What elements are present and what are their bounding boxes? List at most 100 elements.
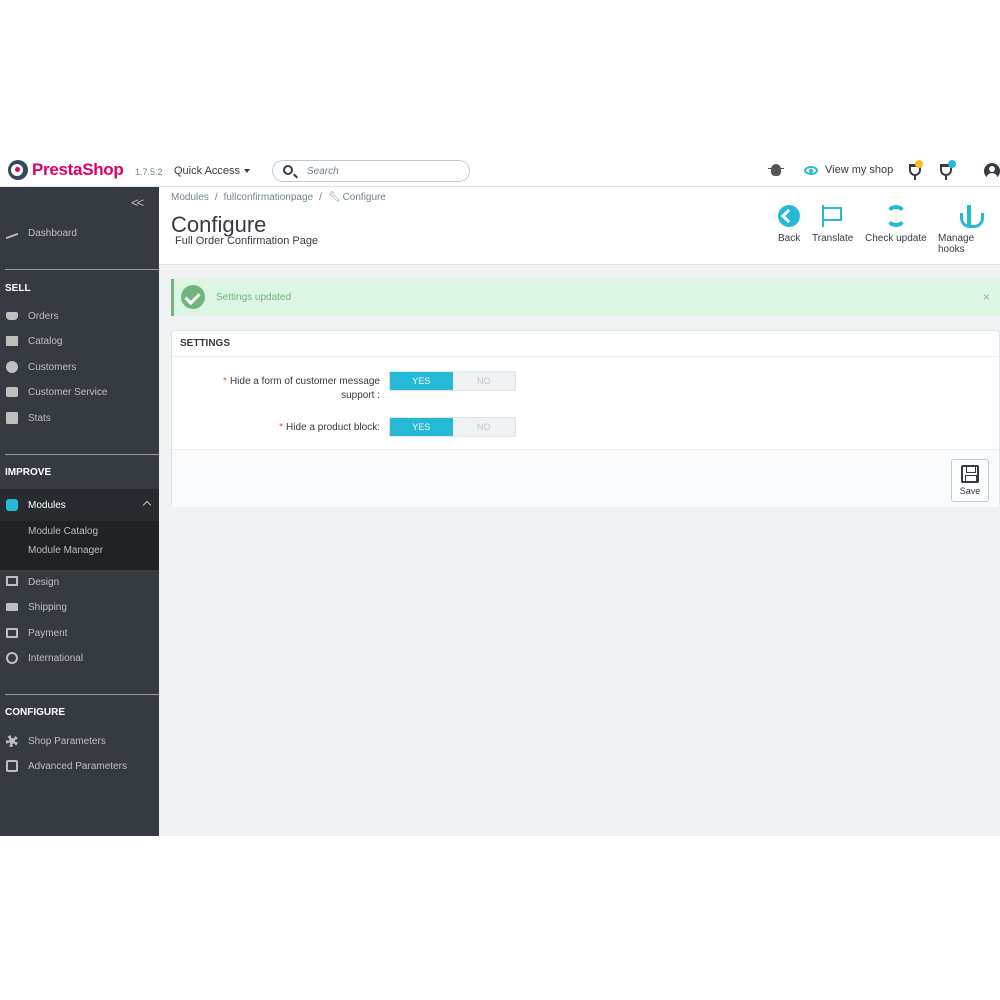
switch-yes-option[interactable]: YES (390, 372, 453, 390)
breadcrumb-item-module[interactable]: fullconfirmationpage (224, 192, 314, 203)
search-input[interactable] (307, 164, 457, 178)
anchor-icon (958, 205, 984, 228)
breadcrumb-item-modules[interactable]: Modules (171, 192, 209, 203)
sidebar-item-catalog[interactable]: Catalog (0, 331, 159, 351)
sidebar-item-label: Customers (28, 361, 77, 373)
orders-notification-dot (915, 160, 923, 168)
close-icon[interactable]: × (983, 290, 990, 304)
hide-customer-message-label: * Hide a form of customer message support… (223, 376, 380, 401)
required-asterisk: * (279, 422, 284, 433)
switch-yes-option[interactable]: YES (390, 418, 453, 436)
prestashop-admin: PrestaShop 1.7.5.2 Quick Access View my … (0, 155, 1000, 836)
submenu-item-module-catalog[interactable]: Module Catalog (28, 526, 98, 537)
sidebar-item-label: Stats (28, 412, 51, 424)
sidebar-item-customer-service[interactable]: Customer Service (0, 382, 159, 402)
switch-no-option[interactable]: NO (452, 372, 515, 390)
debug-icon[interactable] (768, 164, 784, 176)
manage-hooks-button[interactable]: Manage hooks (938, 205, 1000, 255)
hide-product-block-label: * Hide a product block: (279, 422, 380, 433)
back-arrow-icon (778, 205, 801, 227)
translate-button[interactable]: Translate (812, 205, 853, 244)
sidebar-item-payment[interactable]: Payment (0, 623, 159, 643)
sidebar-item-shop-parameters[interactable]: Shop Parameters (0, 731, 159, 751)
check-circle-icon (181, 285, 205, 309)
sidebar-item-label: Advanced Parameters (28, 760, 127, 772)
save-label: Save (959, 486, 981, 496)
modules-submenu: Module Catalog Module Manager (0, 521, 159, 570)
account-circle-icon (6, 361, 18, 373)
logo-text-presta: Presta (32, 160, 83, 179)
sidebar-item-label: Orders (28, 310, 59, 322)
translate-label: Translate (812, 233, 854, 244)
sidebar-item-customers[interactable]: Customers (0, 357, 159, 377)
breadcrumb-separator: / (319, 192, 322, 203)
section-title-configure: CONFIGURE (5, 707, 65, 718)
gear-icon (6, 735, 18, 747)
sidebar-item-orders[interactable]: Orders (0, 306, 159, 326)
customers-notification-dot (948, 160, 956, 168)
credit-card-icon (6, 628, 18, 638)
sidebar-item-label: Design (28, 576, 60, 588)
bar-chart-icon (6, 412, 18, 424)
globe-icon (6, 652, 18, 664)
refresh-icon (884, 205, 907, 227)
user-account-icon[interactable] (984, 163, 1000, 179)
sidebar-item-advanced-parameters[interactable]: Advanced Parameters (0, 756, 159, 776)
check-update-label: Check update (865, 233, 927, 244)
breadcrumb-item-configure: Configure (342, 192, 386, 203)
sidebar-item-stats[interactable]: Stats (0, 408, 159, 428)
sidebar-item-label: Shop Parameters (28, 735, 106, 747)
save-button[interactable]: Save (951, 459, 989, 502)
submenu-item-module-manager[interactable]: Module Manager (28, 545, 103, 556)
sidebar-item-label: Dashboard (28, 227, 77, 239)
store-icon (6, 336, 18, 346)
sidebar-item-label: Shipping (28, 601, 67, 613)
panel-heading: SETTINGS (172, 331, 999, 357)
required-asterisk: * (223, 376, 227, 387)
settings-panel: SETTINGS * Hide a form of customer messag… (171, 330, 1000, 507)
prestashop-logo-icon (8, 160, 28, 180)
eye-icon (804, 165, 818, 175)
chevron-up-icon (142, 500, 152, 510)
floppy-disk-icon (961, 465, 979, 483)
back-button[interactable]: Back (778, 205, 800, 244)
search-icon[interactable] (283, 165, 293, 175)
sidebar-item-dashboard[interactable]: Dashboard (0, 223, 159, 243)
logo[interactable]: PrestaShop (8, 160, 124, 180)
flag-icon (821, 205, 844, 227)
hide-customer-message-switch[interactable]: YES NO (389, 371, 516, 391)
sidebar-item-shipping[interactable]: Shipping (0, 597, 159, 617)
basket-icon (6, 312, 18, 320)
alert-message: Settings updated (216, 292, 292, 303)
breadcrumb-separator: / (214, 192, 218, 203)
chat-icon (6, 387, 18, 397)
sidebar-item-international[interactable]: International (0, 648, 159, 668)
truck-icon (6, 603, 18, 611)
success-alert: Settings updated × (171, 279, 1000, 316)
top-header: PrestaShop 1.7.5.2 Quick Access View my … (0, 155, 1000, 187)
sidebar-item-label: Modules (28, 499, 66, 511)
view-my-shop-label: View my shop (825, 164, 894, 176)
quick-access-dropdown[interactable]: Quick Access (174, 165, 250, 177)
puzzle-icon (6, 499, 18, 511)
section-title-sell: SELL (5, 283, 31, 294)
settings-box-icon (6, 760, 18, 772)
check-update-button[interactable]: Check update (865, 205, 927, 244)
sidebar-item-modules[interactable]: Modules (0, 489, 159, 521)
search-box[interactable] (272, 160, 470, 182)
sidebar-item-label: Catalog (28, 335, 63, 347)
hide-product-block-switch[interactable]: YES NO (389, 417, 516, 437)
sidebar-item-design[interactable]: Design (0, 572, 159, 592)
section-title-improve: IMPROVE (5, 467, 52, 478)
monitor-icon (6, 576, 18, 586)
view-my-shop-link[interactable]: View my shop (804, 164, 893, 176)
trending-icon (6, 226, 18, 240)
back-label: Back (778, 233, 801, 244)
logo-text-shop: Shop (82, 160, 124, 179)
sidebar: << Dashboard SELL Orders Catalog Custome… (0, 187, 159, 836)
panel-footer: Save (172, 449, 999, 507)
sidebar-item-label: Customer Service (28, 386, 108, 398)
sidebar-item-label: Payment (28, 627, 68, 639)
switch-no-option[interactable]: NO (452, 418, 515, 436)
collapse-sidebar-icon[interactable]: << (131, 195, 144, 210)
